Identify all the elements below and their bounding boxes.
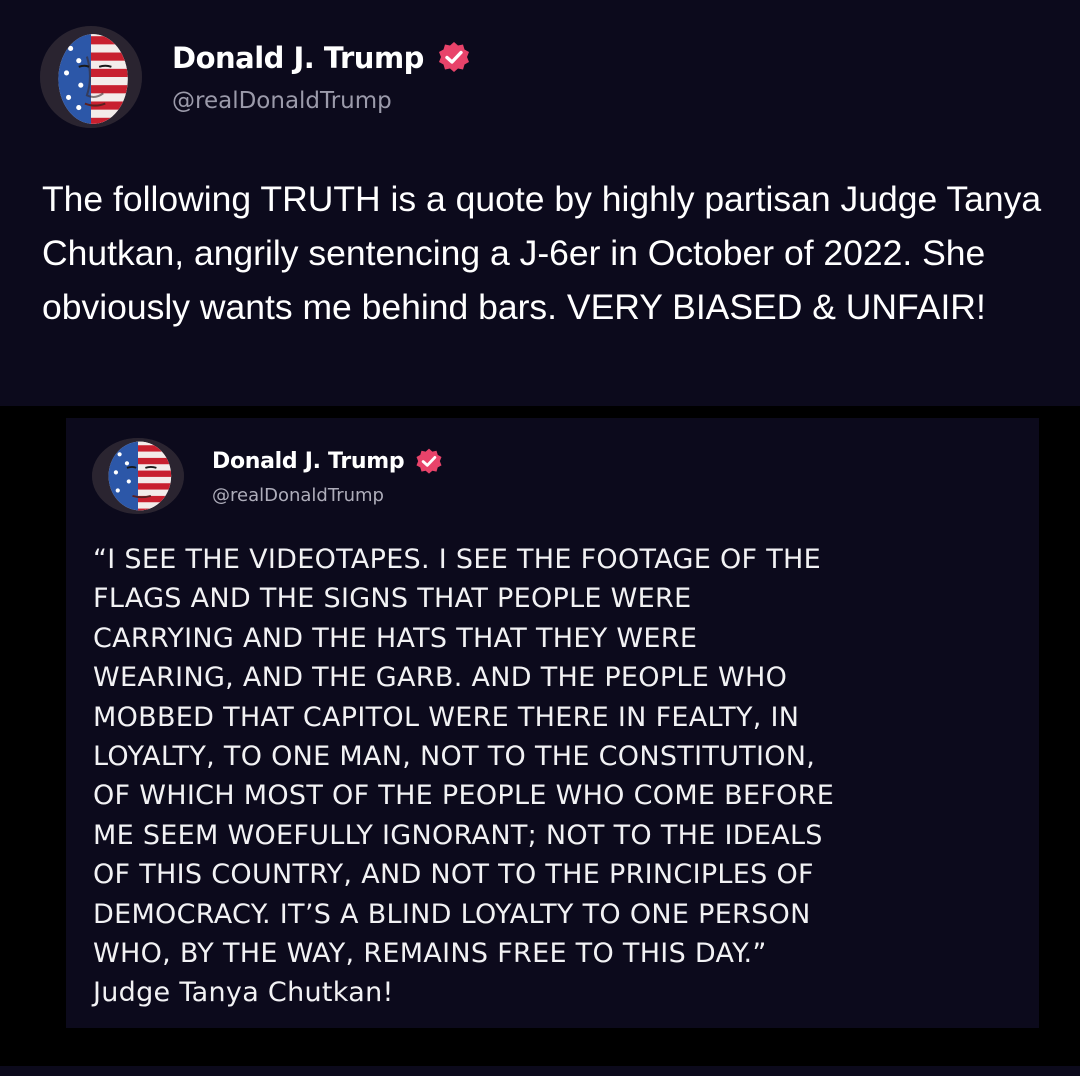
quoted-author-avatar [92, 438, 184, 514]
post-text: The following TRUTH is a quote by highly… [42, 179, 1042, 327]
author-block: Donald J. Trump @realDonaldTrump [172, 40, 472, 114]
verified-badge-icon [436, 40, 472, 76]
quoted-post-card: Donald J. Trump @realDonaldTrump “I SEE … [66, 418, 1039, 1028]
quoted-author-display-name: Donald J. Trump [212, 449, 405, 474]
author-name-row: Donald J. Trump [172, 40, 472, 76]
quoted-author-name-row: Donald J. Trump [212, 447, 444, 477]
quoted-verified-badge-icon [414, 447, 444, 477]
quoted-author-handle: @realDonaldTrump [212, 484, 384, 506]
post-header: Donald J. Trump @realDonaldTrump [40, 26, 472, 128]
post-footer-divider [0, 1066, 1080, 1076]
quoted-author-block: Donald J. Trump @realDonaldTrump [212, 447, 444, 506]
quoted-post-text: “I SEE THE VIDEOTAPES. I SEE THE FOOTAGE… [93, 544, 835, 1009]
truth-post: Donald J. Trump @realDonaldTrump The fol… [0, 0, 1080, 1076]
quoted-post-header: Donald J. Trump @realDonaldTrump [92, 438, 444, 514]
post-media-image[interactable]: Donald J. Trump @realDonaldTrump “I SEE … [0, 406, 1080, 1066]
author-handle[interactable]: @realDonaldTrump [172, 88, 472, 114]
author-display-name[interactable]: Donald J. Trump [172, 41, 424, 75]
flag-portrait-avatar-icon [92, 438, 184, 514]
flag-portrait-avatar-icon [40, 26, 142, 128]
author-avatar[interactable] [40, 26, 142, 128]
